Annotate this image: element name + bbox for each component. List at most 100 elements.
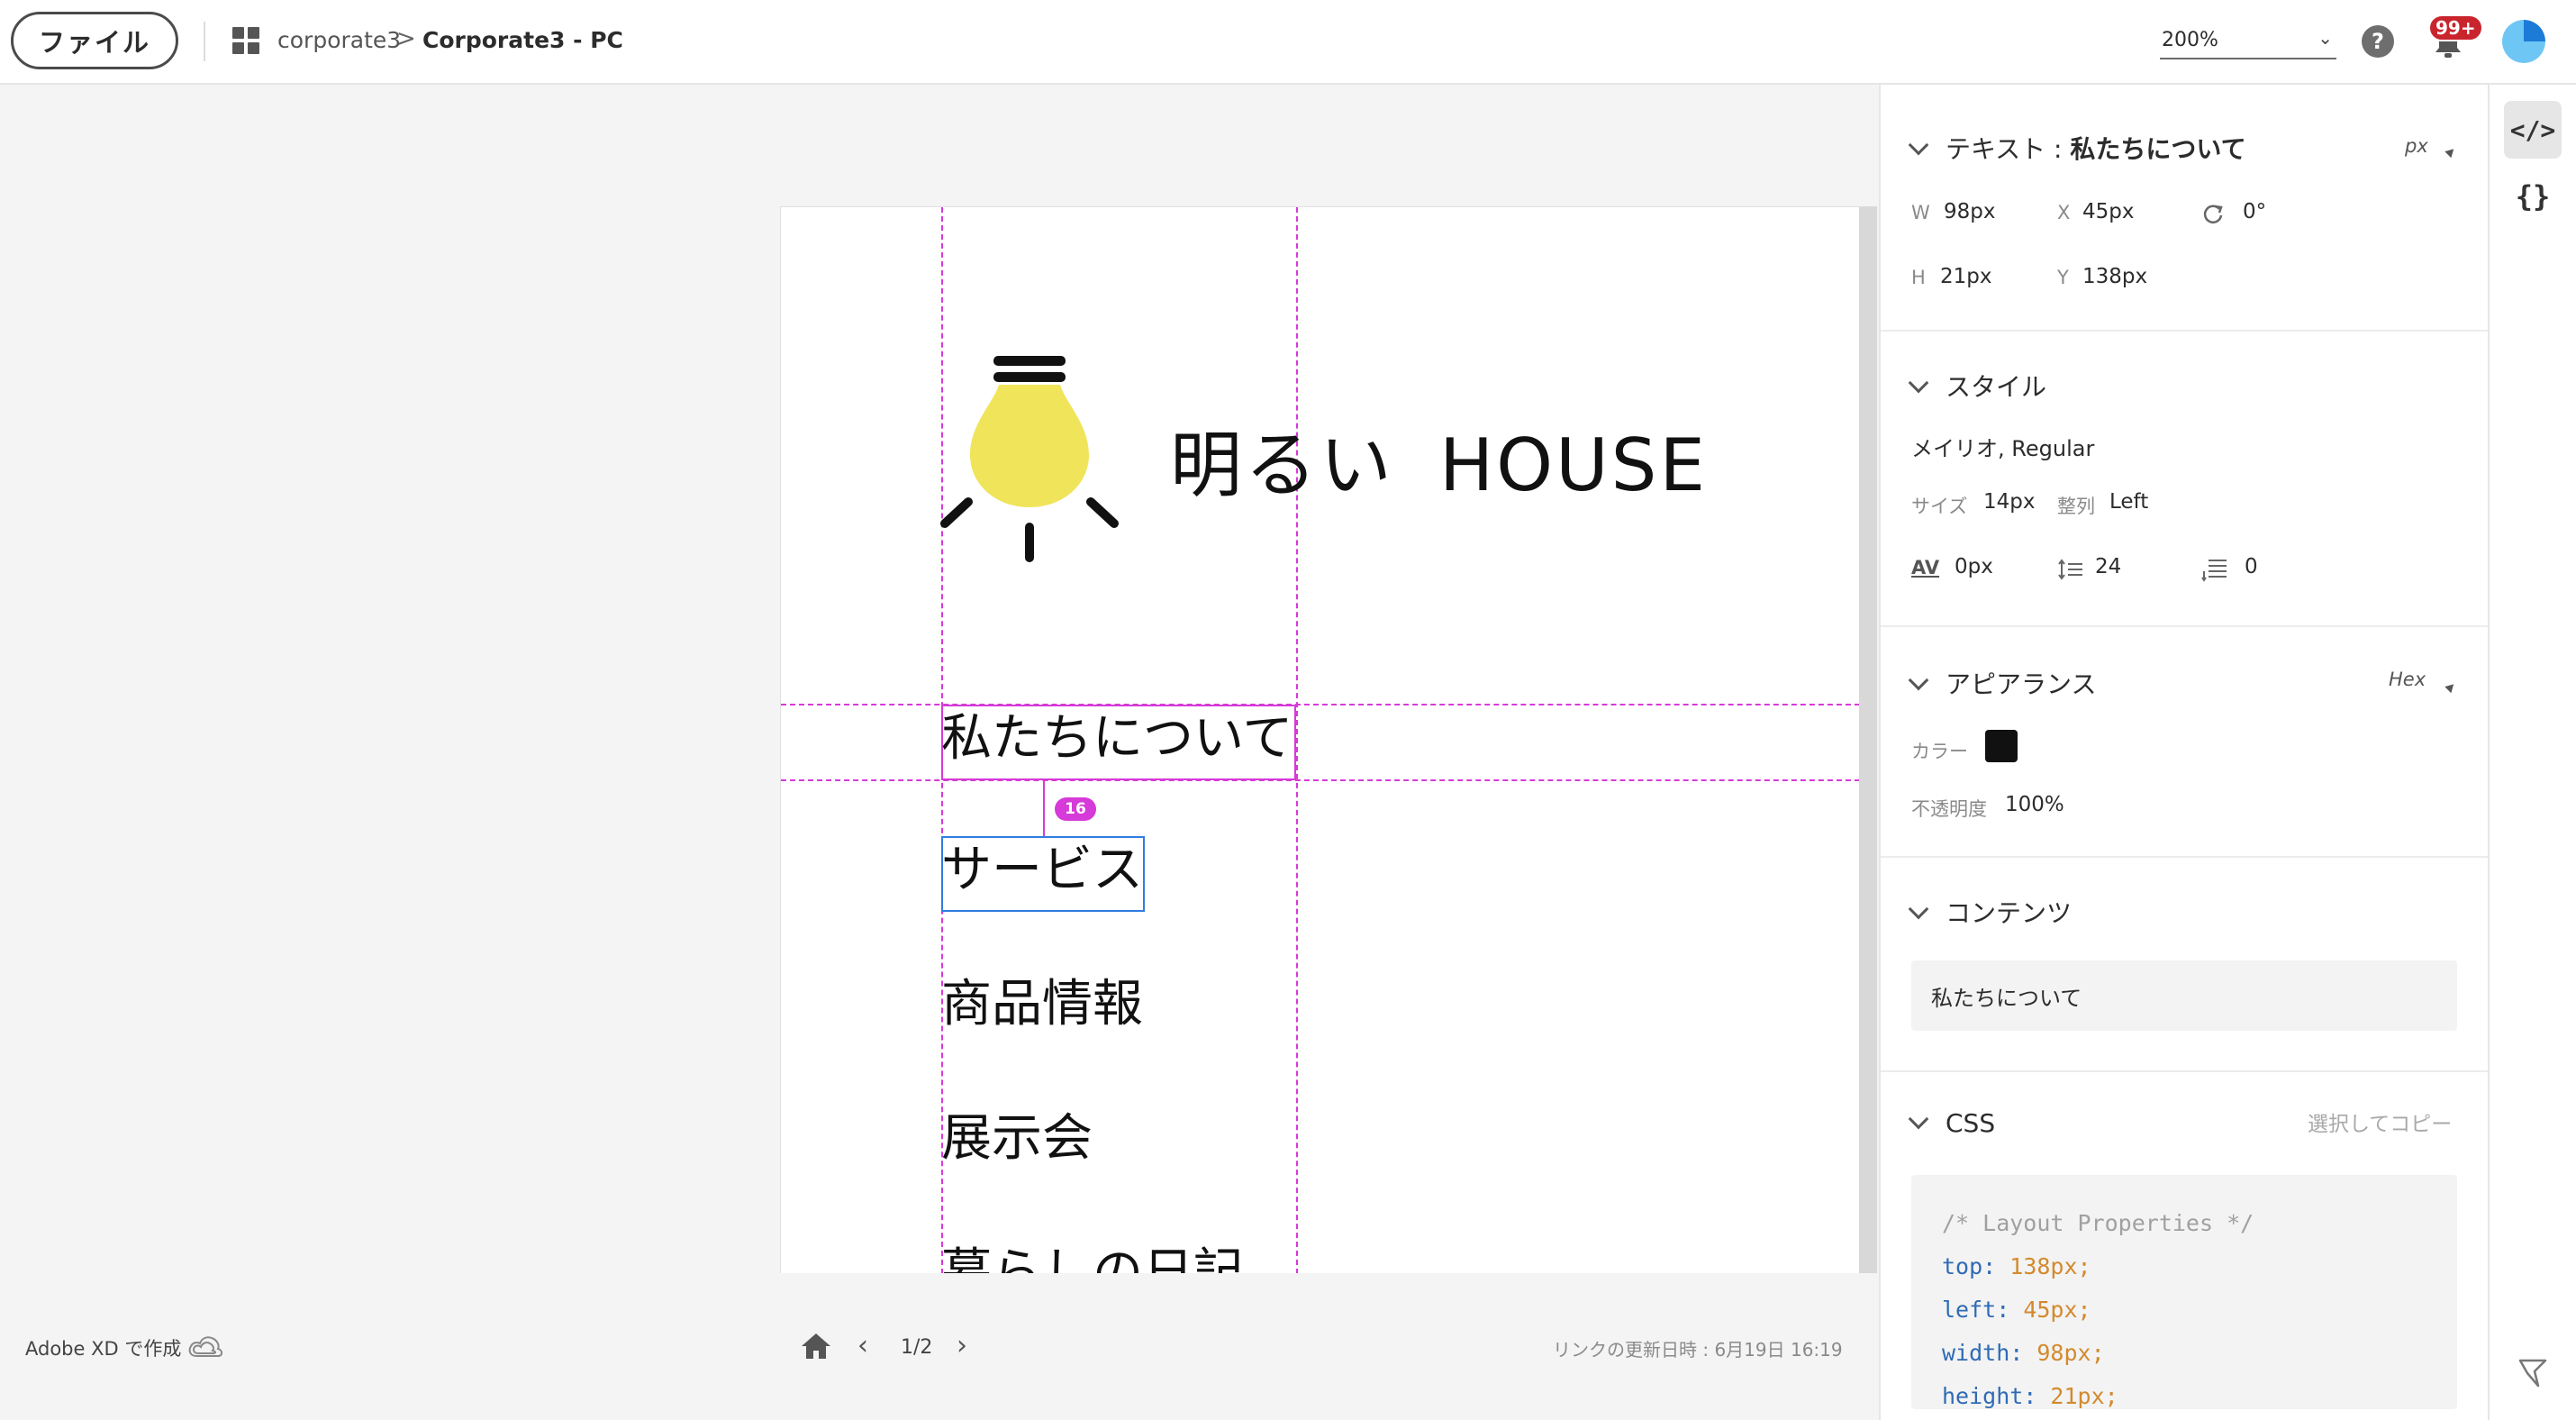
char-spacing-icon: AV — [1911, 557, 1940, 578]
text-section-header[interactable]: テキスト : 私たちについて — [1908, 130, 2246, 166]
line-spacing-value: 24 — [2095, 555, 2122, 578]
chevron-down-icon — [1908, 134, 1929, 156]
paragraph-spacing-icon — [2201, 560, 2227, 582]
breadcrumb-separator: > — [396, 25, 416, 52]
css-section-header[interactable]: CSS — [1908, 1108, 1996, 1138]
breadcrumb-project[interactable]: corporate3 — [277, 27, 401, 53]
css-line: left: 45px; — [1942, 1288, 2426, 1332]
help-icon[interactable]: ? — [2362, 25, 2394, 58]
menu-item-exhibition[interactable]: 展示会 — [941, 1114, 1093, 1164]
logo-text-ja: 明るい — [1170, 423, 1394, 507]
inspect-panel: テキスト : 私たちについて px W 98px X 45px 0° H 21p… — [1879, 85, 2488, 1420]
chevron-down-icon — [1908, 1108, 1929, 1130]
color-mode-toggle[interactable]: Hex — [2389, 669, 2426, 690]
mode-triangle-icon — [2444, 680, 2457, 694]
top-bar: ファイル corporate3 > Corporate3 - PC 200% ⌄… — [0, 0, 2576, 85]
menu-item-diary[interactable]: 暮らしの日記 — [941, 1248, 1244, 1274]
chevron-right-icon[interactable]: › — [957, 1330, 967, 1361]
artboard-scrollbar[interactable] — [1859, 206, 1877, 1273]
content-section-title: コンテンツ — [1946, 898, 2073, 928]
made-with-label: Adobe XD で作成 — [25, 1338, 182, 1360]
content-section: コンテンツ 私たちについて — [1881, 858, 2488, 1072]
y-value: 138px — [2082, 265, 2148, 288]
grid-icon[interactable] — [232, 27, 259, 54]
style-section-title: スタイル — [1946, 372, 2047, 402]
css-prop: width: — [1942, 1340, 2024, 1366]
braces-icon[interactable]: {} — [2504, 168, 2562, 225]
opacity-value: 100% — [2005, 793, 2064, 816]
header-divider — [204, 22, 205, 61]
menu-item-about[interactable]: 私たちについて — [941, 714, 1293, 764]
opacity-label: 不透明度 — [1911, 798, 1987, 820]
unit-toggle[interactable]: px — [2405, 135, 2428, 157]
style-section: スタイル メイリオ, Regular サイズ 14px 整列 Left AV 0… — [1881, 332, 2488, 627]
text-section-label: テキスト : — [1946, 134, 2063, 164]
zoom-value: 200% — [2162, 29, 2218, 51]
distance-badge: 16 — [1055, 797, 1096, 821]
logo-text-en: HOUSE — [1439, 423, 1709, 507]
unit-triangle-icon — [2444, 145, 2457, 159]
menu-item-service[interactable]: サービス — [941, 845, 1143, 896]
rotation-value: 0° — [2243, 200, 2267, 223]
chevron-down-icon: ⌄ — [2317, 27, 2333, 49]
appearance-section-title: アピアランス — [1946, 669, 2097, 699]
text-section: テキスト : 私たちについて px W 98px X 45px 0° H 21p… — [1881, 85, 2488, 332]
appearance-section: アピアランス Hex カラー 不透明度 100% — [1881, 627, 2488, 858]
distance-line — [1043, 780, 1045, 836]
size-value: 14px — [1983, 490, 2036, 514]
css-val: 45px; — [2023, 1297, 2091, 1323]
css-prop: left: — [1942, 1297, 2010, 1323]
chevron-down-icon — [1908, 372, 1929, 394]
css-comment: /* Layout Properties */ — [1942, 1210, 2254, 1236]
content-section-header[interactable]: コンテンツ — [1908, 894, 2073, 930]
y-label: Y — [2057, 267, 2069, 288]
paragraph-spacing-value: 0 — [2245, 555, 2258, 578]
copy-link[interactable]: 選択してコピー — [2308, 1106, 2452, 1137]
css-val: 21px; — [2050, 1383, 2118, 1409]
creative-cloud-icon — [188, 1336, 223, 1357]
page-indicator: 1/2 — [901, 1336, 933, 1359]
chevron-down-icon — [1908, 669, 1929, 691]
logo-text[interactable]: 明るい HOUSE — [1170, 407, 1708, 512]
chevron-down-icon — [1908, 898, 1929, 920]
menu-item-products[interactable]: 商品情報 — [941, 979, 1143, 1030]
font-value: メイリオ, Regular — [1911, 436, 2095, 461]
appearance-section-header[interactable]: アピアランス — [1908, 665, 2097, 701]
chevron-left-icon[interactable]: ‹ — [857, 1330, 868, 1361]
zoom-select[interactable]: 200% ⌄ — [2160, 27, 2336, 59]
feedback-flag-icon[interactable] — [2517, 1357, 2549, 1389]
code-icon[interactable]: </> — [2504, 101, 2562, 159]
x-value: 45px — [2082, 200, 2135, 223]
breadcrumb-artboard: Corporate3 - PC — [422, 27, 623, 53]
css-prop: height: — [1942, 1383, 2037, 1409]
w-value: 98px — [1944, 200, 1996, 223]
x-label: X — [2057, 202, 2071, 223]
css-line: top: 138px; — [1942, 1245, 2426, 1288]
w-label: W — [1911, 202, 1930, 223]
css-line: width: 98px; — [1942, 1332, 2426, 1375]
updated-timestamp: リンクの更新日時 : 6月19日 16:19 — [1553, 1339, 1843, 1361]
color-label: カラー — [1911, 741, 1968, 762]
h-label: H — [1911, 267, 1926, 288]
content-value[interactable]: 私たちについて — [1911, 960, 2457, 1031]
avatar[interactable] — [2502, 20, 2545, 63]
lightbulb-icon[interactable] — [939, 347, 1147, 572]
css-section: CSS 選択してコピー /* Layout Properties */ top:… — [1881, 1072, 2488, 1420]
style-section-header[interactable]: スタイル — [1908, 368, 2047, 404]
artboard: 明るい HOUSE 私たちについて 16 サービス 商品情報 展示会 暮らしの日記 — [780, 206, 1877, 1273]
css-line: height: 21px; — [1942, 1375, 2426, 1418]
text-layer-name: 私たちについて — [2070, 134, 2246, 164]
css-code-block[interactable]: /* Layout Properties */ top: 138px; left… — [1911, 1175, 2457, 1409]
color-swatch[interactable] — [1985, 730, 2018, 762]
char-spacing-value: 0px — [1955, 555, 1993, 578]
css-section-title: CSS — [1946, 1108, 1996, 1138]
home-icon[interactable] — [800, 1332, 832, 1361]
guide-right — [1296, 207, 1298, 1273]
size-label: サイズ — [1911, 496, 1968, 517]
line-spacing-icon — [2058, 559, 2082, 580]
align-label: 整列 — [2057, 496, 2095, 517]
notification-badge: 99+ — [2428, 14, 2483, 41]
right-rail: </> {} — [2488, 85, 2576, 1420]
file-button[interactable]: ファイル — [11, 12, 178, 69]
align-value: Left — [2109, 490, 2149, 514]
